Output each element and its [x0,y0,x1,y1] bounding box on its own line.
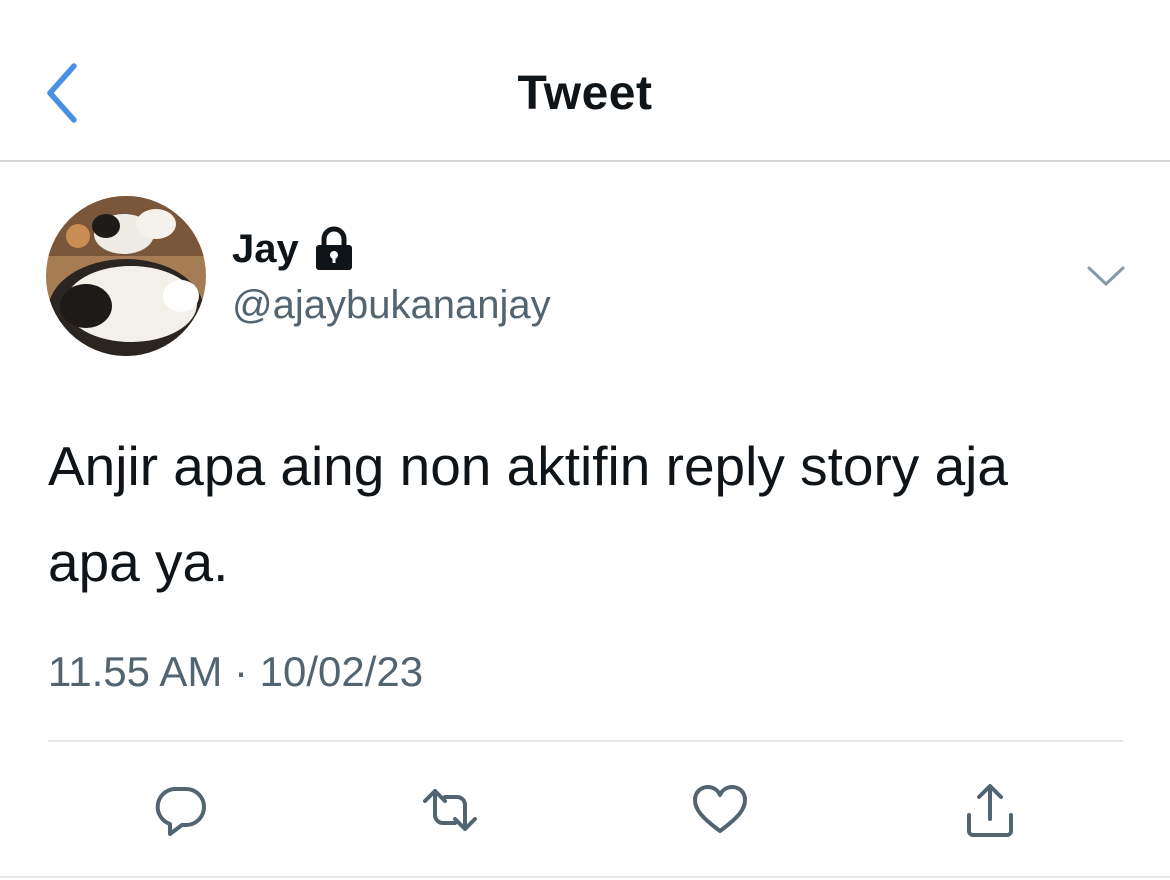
share-button[interactable] [960,780,1020,840]
author-handle[interactable]: @ajaybukananjay [232,283,551,328]
more-options-button[interactable] [1086,262,1126,292]
reply-button[interactable] [150,780,210,840]
chevron-down-icon [1087,266,1125,286]
top-bar: Tweet [0,0,1170,162]
tweet-timestamp: 11.55 AM · 10/02/23 [48,648,424,695]
retweet-button[interactable] [420,780,480,840]
retweet-icon [423,789,477,831]
divider-bottom [0,876,1170,878]
like-button[interactable] [690,780,750,840]
reply-icon [155,787,206,836]
author-name[interactable]: Jay [232,227,299,272]
avatar[interactable] [46,196,206,356]
divider [48,740,1123,742]
heart-icon [693,785,747,833]
lock-icon [313,226,355,272]
page-title: Tweet [517,67,653,120]
cat-avatar-image [46,196,206,356]
author-name-row[interactable]: Jay [232,226,355,272]
share-icon [967,784,1013,837]
tweet-text: Anjir apa aing non aktifin reply story a… [48,435,1008,593]
